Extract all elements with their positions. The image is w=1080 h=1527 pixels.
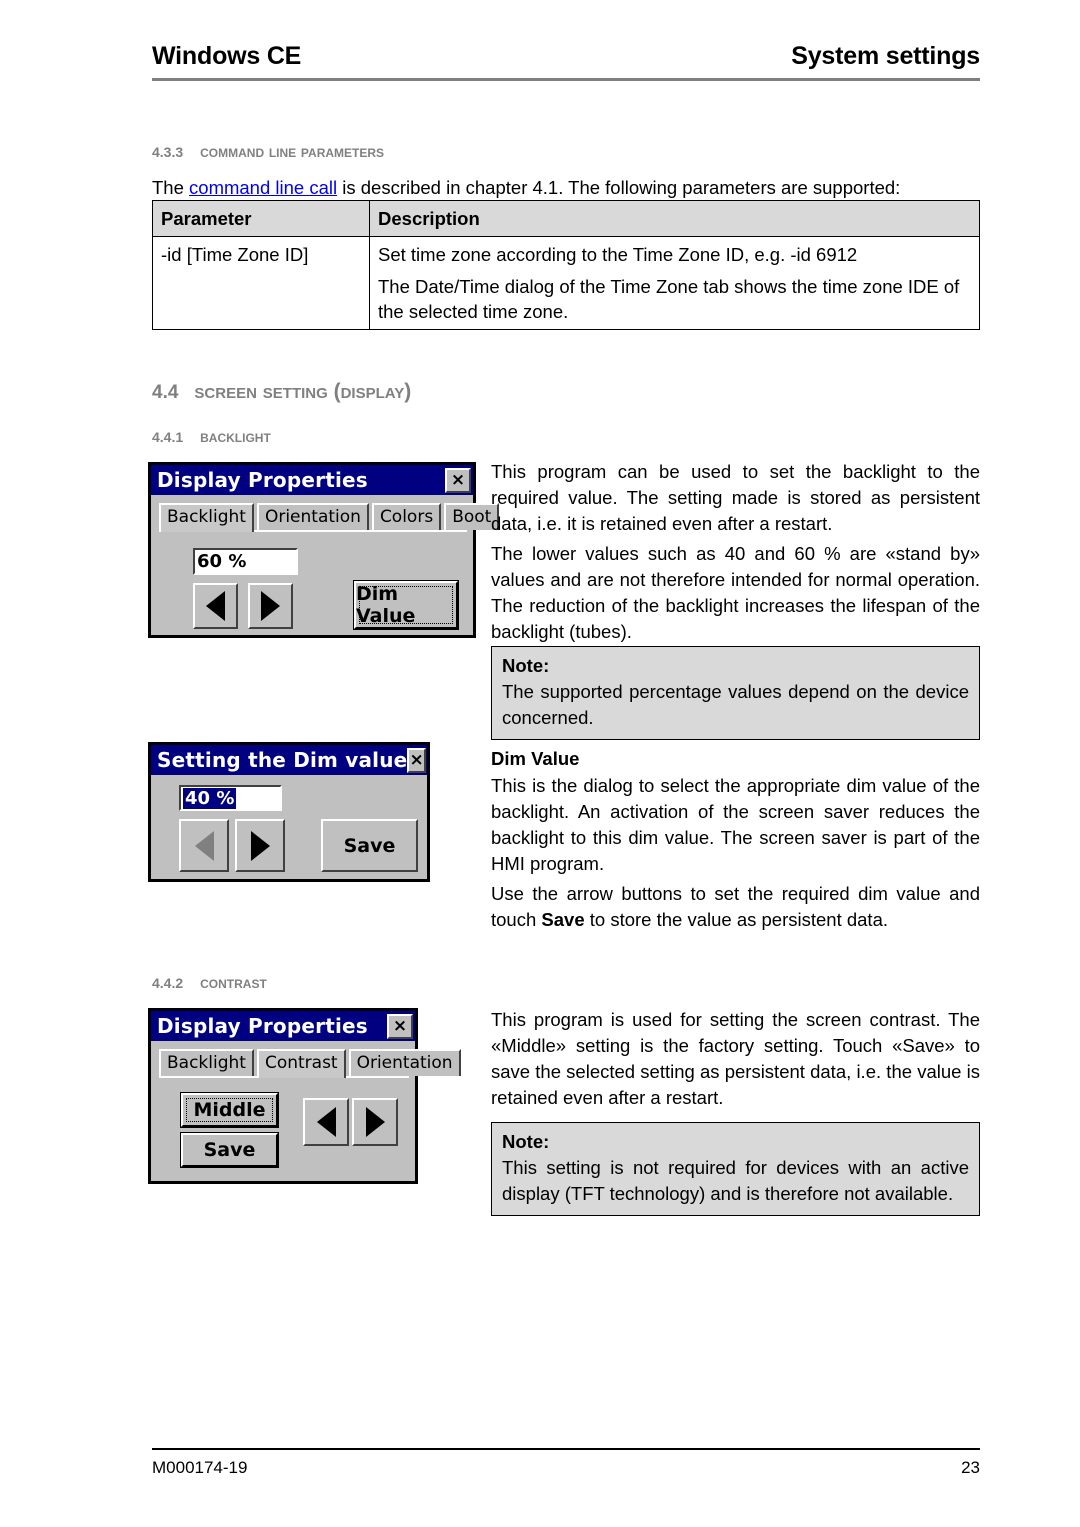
tab-strip: Backlight Contrast Orientation <box>159 1049 461 1078</box>
close-icon[interactable]: × <box>387 1013 413 1039</box>
tab-orientation[interactable]: Orientation <box>348 1049 461 1076</box>
dialog-display-properties: Display Properties × Backlight Orientati… <box>148 462 500 638</box>
document-id: M000174-19 <box>152 1458 248 1477</box>
heading-title: Backlight <box>200 427 271 446</box>
dim-value-p2-bold: Save <box>541 909 585 930</box>
header-divider <box>152 78 980 81</box>
footer-divider <box>152 1448 980 1450</box>
page-number: 23 <box>961 1458 980 1477</box>
decrease-contrast-button[interactable] <box>303 1098 349 1146</box>
increase-dim-value-button[interactable] <box>235 819 285 872</box>
save-dim-value-button[interactable]: Save <box>321 819 418 872</box>
contrast-setting-button[interactable]: Middle <box>180 1092 279 1128</box>
tab-colors[interactable]: Colors <box>371 503 442 530</box>
decrease-dim-value-button[interactable] <box>179 819 229 872</box>
description-line: The Date/Time dialog of the Time Zone ta… <box>378 276 960 322</box>
command-line-call-link[interactable]: command line call <box>189 177 337 198</box>
dialog-display-properties-contrast: Display Properties × Backlight Contrast … <box>148 1008 461 1184</box>
column-header-description: Description <box>369 200 980 237</box>
dialog-body: Backlight Orientation Colors Boot 60 % D… <box>151 495 500 630</box>
dialog-title: Display Properties <box>157 1014 368 1038</box>
parameters-table: Parameter Description -id [Time Zone ID]… <box>152 200 980 330</box>
tab-strip: Backlight Orientation Colors Boot <box>159 503 500 532</box>
note-box-backlight: Note: The supported percentage values de… <box>491 646 980 740</box>
intro-text-after-link: is described in chapter 4.1. The followi… <box>337 177 901 198</box>
dim-value-paragraph-1: This is the dialog to select the appropr… <box>491 775 980 874</box>
heading-contrast: 4.4.2 Contrast <box>152 973 267 993</box>
heading-number: 4.3.3 <box>152 144 184 160</box>
intro-text-before-link: The <box>152 177 190 198</box>
close-icon[interactable]: × <box>407 747 426 773</box>
tab-backlight[interactable]: Backlight <box>159 503 254 532</box>
heading-number: 4.4.2 <box>152 975 184 991</box>
column-header-parameter: Parameter <box>152 200 370 237</box>
document-page: Windows CE System settings 4.3.3 Command … <box>0 0 1080 1527</box>
heading-title: Contrast <box>200 973 267 992</box>
heading-command-line-parameters: 4.3.3 Command line parameters <box>152 142 384 162</box>
heading-number: 4.4.1 <box>152 429 184 445</box>
arrow-right-icon <box>261 591 280 621</box>
dim-value-selected-text: 40 % <box>183 787 237 809</box>
dialog-title: Setting the Dim value <box>157 748 408 772</box>
dialog-body: Backlight Contrast Orientation Middle Sa… <box>151 1041 461 1168</box>
table-header-row: Parameter Description <box>152 200 980 237</box>
increase-backlight-button[interactable] <box>248 583 293 629</box>
backlight-value-field[interactable]: 60 % <box>193 548 298 575</box>
arrow-right-icon <box>250 830 270 861</box>
page-footer: M000174-19 23 <box>152 1458 980 1478</box>
dialog-body: 40 % Save <box>151 775 427 872</box>
cell-description: Set time zone according to the Time Zone… <box>369 236 980 330</box>
page-header: Windows CE System settings <box>152 42 980 71</box>
description-line: Set time zone according to the Time Zone… <box>378 244 858 265</box>
dialog-title: Display Properties <box>157 468 368 492</box>
dim-value-button[interactable]: Dim Value <box>353 580 459 630</box>
heading-title: Screen setting (Display) <box>194 380 412 403</box>
dim-value-p2-part2: to store the value as persistent data. <box>584 909 888 930</box>
tab-contrast[interactable]: Contrast <box>256 1049 346 1078</box>
backlight-description: This program can be used to set the back… <box>491 459 980 649</box>
header-left-title: Windows CE <box>152 42 302 70</box>
heading-number: 4.4 <box>152 382 179 403</box>
heading-screen-setting: 4.4 Screen setting (Display) <box>152 380 411 404</box>
decrease-backlight-button[interactable] <box>193 583 238 629</box>
screenshot-setting-dim-value: Setting the Dim value × 40 % Save <box>148 742 430 882</box>
note-title: Note: <box>502 655 550 676</box>
note-body: This setting is not required for devices… <box>502 1157 969 1204</box>
arrow-left-icon <box>316 1107 336 1137</box>
table-row: -id [Time Zone ID] Set time zone accordi… <box>152 236 980 330</box>
note-body: The supported percentage values depend o… <box>502 681 969 728</box>
dialog-setting-dim-value: Setting the Dim value × 40 % Save <box>148 742 430 882</box>
contrast-description: This program is used for setting the scr… <box>491 1007 980 1115</box>
contrast-paragraph-1: This program is used for setting the scr… <box>491 1009 980 1108</box>
heading-title: Command line parameters <box>200 142 385 161</box>
tab-orientation[interactable]: Orientation <box>256 503 369 530</box>
dim-value-description: This is the dialog to select the appropr… <box>491 773 980 937</box>
arrow-left-icon <box>206 591 225 621</box>
close-icon[interactable]: × <box>445 467 471 493</box>
header-right-title: System settings <box>791 42 980 70</box>
dim-value-subheading: Dim Value <box>491 748 580 769</box>
arrow-left-icon <box>194 830 214 861</box>
note-title: Note: <box>502 1131 550 1152</box>
dim-value-field[interactable]: 40 % <box>179 785 282 811</box>
backlight-paragraph-2: The lower values such as 40 and 60 % are… <box>491 543 980 642</box>
screenshot-display-properties-backlight: Display Properties × Backlight Orientati… <box>148 462 500 638</box>
backlight-paragraph-1: This program can be used to set the back… <box>491 461 980 534</box>
cell-parameter: -id [Time Zone ID] <box>152 236 370 330</box>
dialog-titlebar: Setting the Dim value × <box>151 745 427 775</box>
screenshot-display-properties-contrast: Display Properties × Backlight Contrast … <box>148 1008 461 1184</box>
save-contrast-button[interactable]: Save <box>180 1132 279 1168</box>
tab-backlight[interactable]: Backlight <box>159 1049 254 1076</box>
dialog-titlebar: Display Properties × <box>151 1011 415 1041</box>
dim-value-paragraph-2: Use the arrow buttons to set the require… <box>491 881 980 933</box>
note-box-contrast: Note: This setting is not required for d… <box>491 1122 980 1216</box>
heading-backlight: 4.4.1 Backlight <box>152 427 271 447</box>
dialog-titlebar: Display Properties × <box>151 465 473 495</box>
increase-contrast-button[interactable] <box>352 1098 398 1146</box>
arrow-right-icon <box>365 1107 385 1137</box>
